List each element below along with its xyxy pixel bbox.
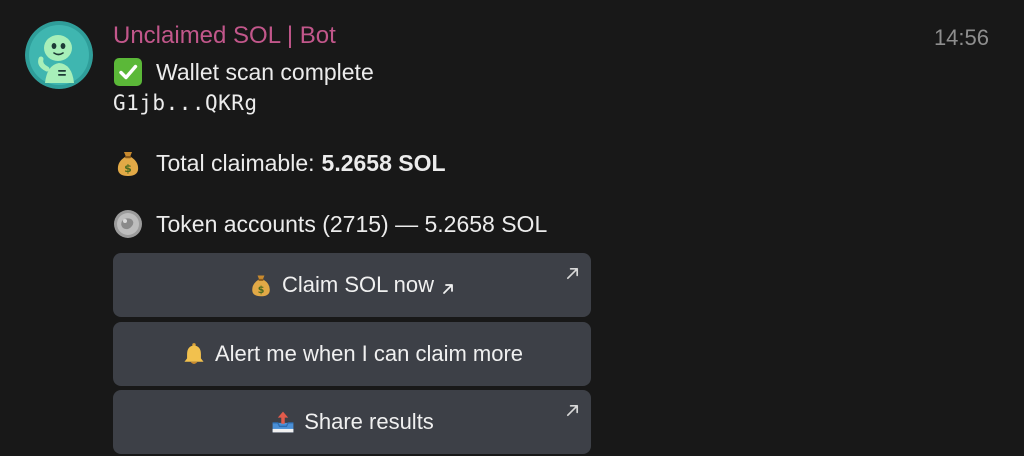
coin-icon [113, 209, 143, 239]
svg-text:$: $ [258, 285, 265, 296]
arrow-up-right-icon [440, 277, 456, 294]
claim-sol-label: Claim SOL now [281, 272, 434, 297]
token-accounts-line: Token accounts (2715) — 5.2658 SOL [113, 209, 547, 239]
bot-message: Unclaimed SOL | Bot 14:56 Wallet scan co… [0, 0, 1024, 456]
bell-icon [181, 341, 207, 367]
scan-status-text: Wallet scan complete [156, 58, 374, 85]
total-claimable-label: Total claimable: [156, 149, 315, 176]
message-timestamp: 14:56 [933, 25, 989, 50]
share-results-button[interactable]: Share results [113, 390, 591, 454]
check-mark-icon [113, 57, 143, 87]
share-results-label: Share results [304, 409, 434, 434]
alert-me-label: Alert me when I can claim more [214, 341, 524, 366]
external-link-icon [565, 398, 580, 417]
total-claimable-line: $ Total claimable: 5.2658 SOL [113, 148, 446, 178]
sender-name[interactable]: Unclaimed SOL | Bot [113, 22, 336, 50]
money-bag-icon: $ [248, 272, 274, 298]
outbox-tray-icon [270, 409, 296, 435]
wallet-address: G1jb...QKRg [113, 91, 258, 115]
svg-text:$: $ [124, 162, 132, 175]
claim-sol-button[interactable]: $ Claim SOL now [113, 253, 591, 317]
total-claimable-value: 5.2658 SOL [321, 149, 446, 176]
token-accounts-text: Token accounts (2715) — 5.2658 SOL [156, 210, 548, 237]
external-link-icon [565, 261, 580, 280]
alert-me-button[interactable]: Alert me when I can claim more [113, 322, 591, 386]
money-bag-icon: $ [113, 148, 143, 178]
scan-status-line: Wallet scan complete [113, 57, 374, 87]
avatar[interactable] [25, 21, 93, 89]
